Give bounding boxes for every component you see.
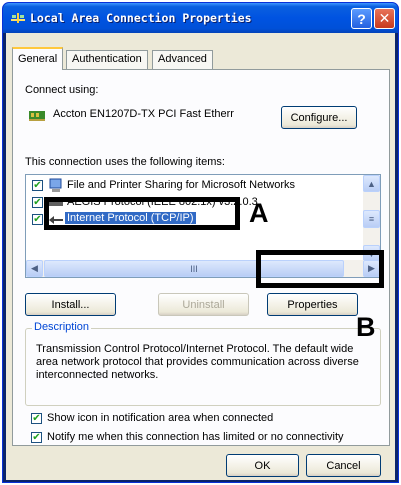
close-button[interactable]: ✕	[374, 8, 395, 29]
show-icon-checkbox[interactable]: ✔	[31, 413, 42, 424]
configure-button-label: Configure...	[290, 111, 348, 124]
connect-using-label: Connect using:	[25, 84, 99, 96]
show-icon-label: Show icon in notification area when conn…	[47, 412, 274, 424]
ok-button-label: OK	[254, 459, 271, 472]
uninstall-button-label: Uninstall	[182, 298, 225, 311]
adapter-name: Accton EN1207D-TX PCI Fast Etherr	[53, 108, 234, 120]
scroll-left-icon[interactable]: ◀	[26, 260, 43, 277]
network-adapter-display: Accton EN1207D-TX PCI Fast Etherr	[25, 104, 271, 127]
install-button[interactable]: Install...	[25, 293, 116, 316]
ok-button[interactable]: OK	[226, 454, 299, 477]
properties-button-label: Properties	[287, 298, 338, 311]
description-groupbox: Description Transmission Control Protoco…	[25, 321, 381, 406]
item-checkbox[interactable]: ✔	[32, 214, 43, 225]
scroll-up-icon[interactable]: ▲	[363, 175, 380, 192]
network-adapter-icon	[29, 111, 45, 121]
callout-label-a: A	[249, 198, 269, 228]
window-title: Local Area Connection Properties	[30, 11, 252, 25]
vertical-scrollbar[interactable]: ▲ ≡ ▼	[363, 175, 380, 262]
callout-label-b: B	[356, 312, 376, 342]
title-bar[interactable]: Local Area Connection Properties ? ✕	[3, 3, 398, 33]
tab-advanced[interactable]: Advanced	[152, 50, 213, 69]
callout-box-a	[44, 197, 240, 230]
description-legend: Description	[32, 321, 92, 333]
cancel-button[interactable]: Cancel	[306, 454, 381, 477]
properties-window: Local Area Connection Properties ? ✕ Gen…	[2, 2, 399, 483]
notify-checkbox[interactable]: ✔	[31, 432, 42, 443]
list-item[interactable]: ✔ File and Printer Sharing for Microsoft…	[28, 177, 362, 194]
item-label: File and Printer Sharing for Microsoft N…	[67, 179, 296, 191]
item-checkbox[interactable]: ✔	[32, 197, 43, 208]
uninstall-button[interactable]: Uninstall	[158, 293, 249, 316]
network-connection-icon	[11, 13, 25, 23]
properties-button[interactable]: Properties	[267, 293, 358, 316]
components-label: This connection uses the following items…	[25, 156, 225, 168]
scroll-thumb-icon[interactable]: ≡	[363, 210, 380, 228]
tab-general[interactable]: General	[12, 47, 64, 70]
callout-box-b	[256, 250, 384, 288]
item-checkbox[interactable]: ✔	[32, 180, 43, 191]
tab-authentication[interactable]: Authentication	[66, 50, 148, 69]
cancel-button-label: Cancel	[326, 459, 361, 472]
configure-button[interactable]: Configure...	[281, 106, 357, 129]
description-text: Transmission Control Protocol/Internet P…	[36, 343, 359, 381]
notify-label: Notify me when this connection has limit…	[47, 431, 344, 443]
network-service-icon	[49, 178, 62, 192]
install-button-label: Install...	[51, 298, 90, 311]
help-button[interactable]: ?	[351, 8, 372, 29]
scroll-thumb-grip: III	[190, 263, 198, 274]
